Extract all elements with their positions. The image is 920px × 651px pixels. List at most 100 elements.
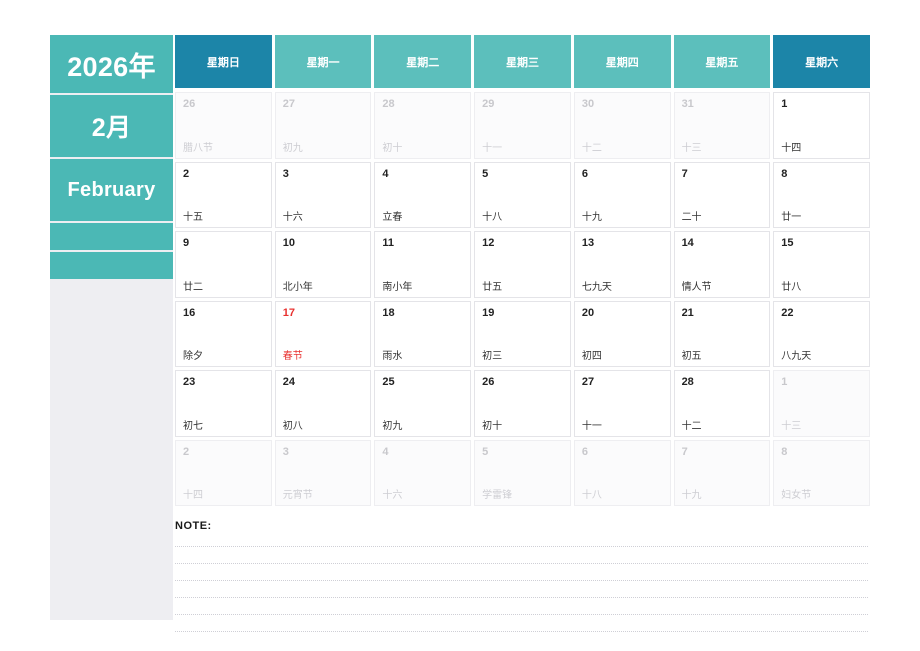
day-number: 15 <box>781 237 794 249</box>
day-cell[interactable]: 30 十二 <box>573 92 671 159</box>
day-cell[interactable]: 28 十二 <box>673 370 771 437</box>
note-lines[interactable] <box>175 534 868 632</box>
day-lunar-label: 十九 <box>681 490 702 501</box>
day-cell[interactable]: 7 二十 <box>673 161 771 228</box>
day-number: 30 <box>581 98 595 110</box>
day-cell[interactable]: 25 初九 <box>374 370 472 437</box>
day-lunar-label: 廿二 <box>183 281 203 293</box>
day-number: 7 <box>681 445 688 458</box>
day-lunar-label: 十五 <box>183 212 203 223</box>
sidebar-english-month-block: February <box>50 159 173 221</box>
day-lunar-label: 十六 <box>382 490 403 501</box>
day-cell[interactable]: 8 妇女节 <box>773 439 870 506</box>
sidebar-year-block: 2026年 <box>50 35 173 93</box>
day-lunar-label: 十八 <box>581 490 602 501</box>
day-cell[interactable]: 6 十九 <box>573 161 671 228</box>
day-lunar-label: 妇女节 <box>781 490 812 501</box>
day-number: 22 <box>781 306 794 319</box>
day-cell[interactable]: 16 除夕 <box>175 300 272 367</box>
day-number: 18 <box>382 306 395 319</box>
day-cell[interactable]: 4 十六 <box>374 439 472 506</box>
day-cell[interactable]: 9 廿二 <box>175 231 272 298</box>
day-cell[interactable]: 19 初三 <box>474 300 571 367</box>
weekday-label: 星期四 <box>605 56 639 69</box>
note-line[interactable] <box>175 547 868 564</box>
day-cell[interactable]: 2 十四 <box>175 439 272 506</box>
day-lunar-label: 初九 <box>282 142 303 154</box>
weekday-header-3: 星期三 <box>474 35 571 88</box>
day-cell[interactable]: 26 初十 <box>474 370 571 437</box>
day-number: 17 <box>282 306 295 319</box>
day-cell[interactable]: 5 十八 <box>474 161 571 228</box>
day-number: 12 <box>482 237 495 249</box>
day-lunar-label: 十二 <box>581 142 602 154</box>
day-cell[interactable]: 21 初五 <box>673 300 771 367</box>
day-cell[interactable]: 5 学雷锋 <box>474 439 571 506</box>
calendar-container: 2026年 2月 February 星期日 星期一 星期二 星期三 星期四 星期五 星期六 … <box>50 35 870 632</box>
month-label: 2月 <box>91 114 132 142</box>
note-line[interactable] <box>175 564 868 581</box>
day-number: 20 <box>581 306 595 319</box>
day-lunar-label: 十三 <box>781 420 802 432</box>
day-lunar-label: 腊八节 <box>183 142 213 154</box>
day-lunar-label: 初八 <box>282 420 303 432</box>
note-line[interactable] <box>175 598 868 615</box>
day-cell[interactable]: 26 腊八节 <box>175 92 272 159</box>
day-cell[interactable]: 2 十五 <box>175 161 272 228</box>
note-line[interactable] <box>175 530 868 547</box>
day-cell[interactable]: 15 廿八 <box>773 231 870 298</box>
day-cell[interactable]: 31 十三 <box>673 92 771 159</box>
day-number: 27 <box>581 376 595 388</box>
day-cell[interactable]: 14 情人节 <box>673 231 771 298</box>
weekday-header-4: 星期四 <box>573 35 671 88</box>
day-cell[interactable]: 4 立春 <box>374 161 472 228</box>
day-lunar-label: 元宵节 <box>282 490 313 501</box>
note-line[interactable] <box>175 581 868 598</box>
day-lunar-label: 初三 <box>482 351 503 362</box>
day-cell[interactable]: 8 廿一 <box>773 161 870 228</box>
day-number: 9 <box>183 237 190 249</box>
day-lunar-label: 十四 <box>781 142 802 154</box>
weekday-label: 星期三 <box>505 56 539 69</box>
day-cell[interactable]: 17 春节 <box>274 300 372 367</box>
day-number: 24 <box>282 376 295 388</box>
day-number: 2 <box>183 445 190 458</box>
day-cell[interactable]: 24 初八 <box>274 370 372 437</box>
day-cell[interactable]: 1 十三 <box>773 370 870 437</box>
day-cell[interactable]: 12 廿五 <box>474 231 571 298</box>
weekday-label: 星期日 <box>206 56 240 69</box>
day-number: 4 <box>382 167 389 180</box>
day-cell[interactable]: 22 八九天 <box>773 300 870 367</box>
day-cell[interactable]: 10 北小年 <box>274 231 372 298</box>
year-label: 2026年 <box>67 51 156 82</box>
day-cell[interactable]: 28 初十 <box>374 92 472 159</box>
day-lunar-label: 廿八 <box>781 281 802 293</box>
day-number: 5 <box>482 167 489 180</box>
day-lunar-label: 雨水 <box>382 351 403 362</box>
day-cell[interactable]: 1 十四 <box>773 92 870 159</box>
day-cell[interactable]: 3 元宵节 <box>274 439 372 506</box>
day-number: 23 <box>183 376 196 388</box>
day-cell[interactable]: 27 十一 <box>573 370 671 437</box>
day-cell[interactable]: 29 十一 <box>474 92 571 159</box>
day-number: 29 <box>482 98 495 110</box>
day-number: 13 <box>581 237 595 249</box>
day-number: 16 <box>183 306 196 319</box>
day-cell[interactable]: 13 七九天 <box>573 231 671 298</box>
day-cell[interactable]: 3 十六 <box>274 161 372 228</box>
day-number: 2 <box>183 167 190 180</box>
day-cell[interactable]: 23 初七 <box>175 370 272 437</box>
day-cell[interactable]: 27 初九 <box>274 92 372 159</box>
day-cell[interactable]: 18 雨水 <box>374 300 472 367</box>
day-cell[interactable]: 6 十八 <box>573 439 671 506</box>
day-lunar-label: 十三 <box>681 142 702 154</box>
weekday-header-0: 星期日 <box>175 35 272 88</box>
day-number: 26 <box>183 98 196 110</box>
day-cell[interactable]: 11 南小年 <box>374 231 472 298</box>
weekday-label: 星期五 <box>705 56 739 69</box>
day-cell[interactable]: 20 初四 <box>573 300 671 367</box>
note-line[interactable] <box>175 615 868 632</box>
day-lunar-label: 初五 <box>681 351 702 362</box>
day-cell[interactable]: 7 十九 <box>673 439 771 506</box>
day-number: 10 <box>282 237 295 249</box>
